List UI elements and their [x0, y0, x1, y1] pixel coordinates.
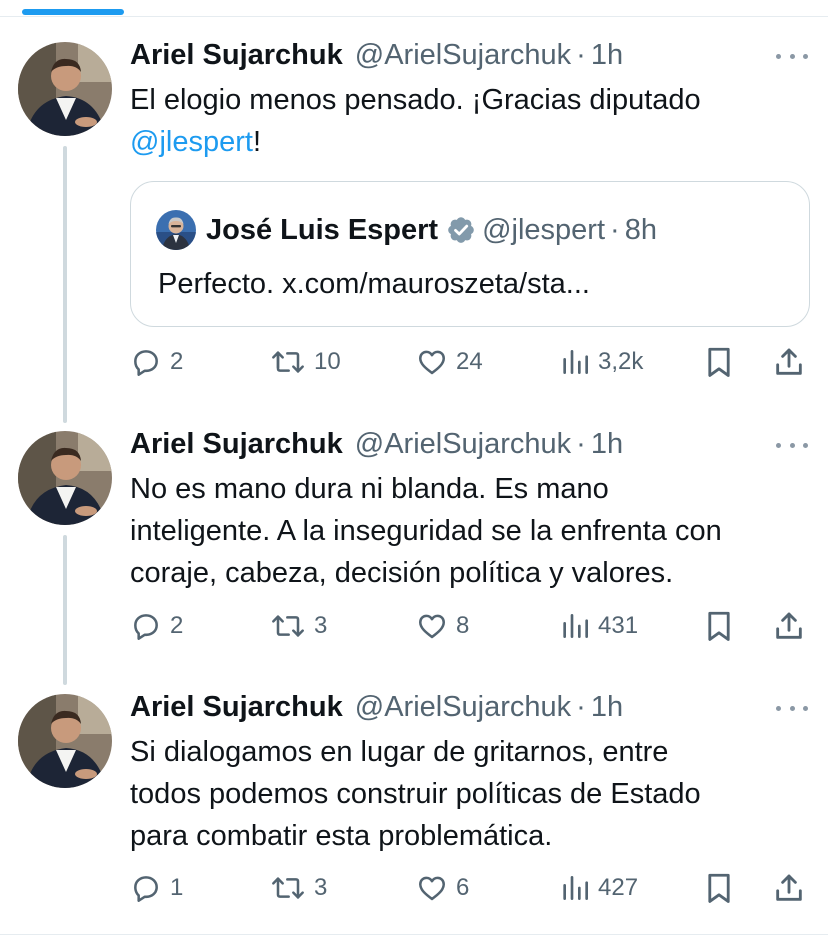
author-handle[interactable]: @ArielSujarchuk	[355, 691, 571, 724]
views-button[interactable]: 3,2k	[562, 342, 643, 382]
reply-button[interactable]: 2	[130, 342, 183, 382]
share-button[interactable]	[772, 868, 806, 908]
like-count: 8	[456, 612, 470, 639]
thread-connector-line	[63, 146, 67, 423]
avatar[interactable]	[18, 431, 112, 525]
retweet-icon	[270, 346, 306, 378]
reply-count: 2	[170, 612, 184, 639]
tweet-text: Si dialogamos en lugar de gritarnos, ent…	[130, 731, 820, 857]
separator: ·	[576, 38, 586, 71]
retweet-button[interactable]: 3	[270, 606, 327, 646]
quote-author-name[interactable]: José Luis Espert	[206, 214, 438, 247]
views-icon	[562, 610, 590, 642]
like-count: 6	[456, 874, 470, 901]
retweet-icon	[270, 872, 306, 904]
bookmark-button[interactable]	[704, 868, 734, 908]
tweet-actions: 1 3 6 427	[130, 868, 810, 908]
heart-icon	[416, 346, 448, 378]
avatar[interactable]	[18, 42, 112, 136]
tweet-text: El elogio menos pensado. ¡Gracias diputa…	[130, 79, 820, 163]
reply-count: 1	[170, 874, 184, 901]
verified-badge-icon	[446, 215, 476, 245]
views-icon	[562, 346, 590, 378]
author-name[interactable]: Ariel Sujarchuk	[130, 39, 343, 72]
retweet-count: 3	[314, 874, 328, 901]
like-button[interactable]: 6	[416, 868, 469, 908]
retweet-icon	[270, 610, 306, 642]
like-button[interactable]: 24	[416, 342, 483, 382]
separator: ·	[576, 690, 586, 723]
views-count: 427	[598, 874, 639, 901]
avatar[interactable]	[18, 694, 112, 788]
reply-icon	[130, 346, 162, 378]
quote-author-handle[interactable]: @jlespert	[482, 214, 605, 247]
reply-count: 2	[170, 348, 184, 375]
bookmark-icon	[704, 345, 734, 379]
views-count: 431	[598, 612, 639, 639]
bookmark-button[interactable]	[704, 606, 734, 646]
timestamp[interactable]: 1h	[591, 691, 623, 724]
mention-link[interactable]: @jlespert	[130, 126, 253, 158]
retweet-button[interactable]: 3	[270, 868, 327, 908]
tweet-text-line: coraje, cabeza, decisión política y valo…	[130, 557, 674, 589]
more-icon[interactable]	[776, 437, 808, 453]
share-icon	[772, 871, 806, 905]
more-icon[interactable]	[776, 700, 808, 716]
tweet-text-line: Si dialogamos en lugar de gritarnos, ent…	[130, 736, 669, 768]
reply-button[interactable]: 2	[130, 606, 183, 646]
reply-icon	[130, 610, 162, 642]
tweet-text: No es mano dura ni blanda. Es mano intel…	[130, 468, 820, 594]
like-count: 24	[456, 348, 483, 375]
active-tab-indicator	[22, 9, 124, 15]
share-button[interactable]	[772, 342, 806, 382]
heart-icon	[416, 610, 448, 642]
tweet-text-line: inteligente. A la inseguridad se la enfr…	[130, 515, 722, 547]
quote-avatar[interactable]	[156, 210, 196, 250]
quote-text: Perfecto. x.com/mauroszeta/sta...	[158, 268, 590, 300]
thread-connector-line	[63, 535, 67, 685]
retweet-count: 3	[314, 612, 328, 639]
bookmark-icon	[704, 871, 734, 905]
share-button[interactable]	[772, 606, 806, 646]
author-handle[interactable]: @ArielSujarchuk	[355, 39, 571, 72]
top-divider	[0, 16, 828, 17]
timestamp[interactable]: 1h	[591, 39, 623, 72]
timestamp[interactable]: 1h	[591, 428, 623, 461]
tweet-text-line: @jlespert!	[130, 121, 820, 163]
like-button[interactable]: 8	[416, 606, 469, 646]
quote-header: José Luis Espert @jlespert · 8h	[206, 212, 657, 248]
retweet-count: 10	[314, 348, 341, 375]
tweet-text-end: !	[252, 126, 261, 158]
reply-icon	[130, 872, 162, 904]
separator: ·	[610, 213, 620, 246]
heart-icon	[416, 872, 448, 904]
tweet-text-line: No es mano dura ni blanda. Es mano	[130, 473, 609, 505]
quoted-tweet[interactable]: José Luis Espert @jlespert · 8h Perfecto…	[130, 181, 810, 327]
tweet-text-line: para combatir esta problemática.	[130, 820, 553, 852]
share-icon	[772, 609, 806, 643]
share-icon	[772, 345, 806, 379]
tweet-header: Ariel Sujarchuk @ArielSujarchuk · 1h	[130, 38, 623, 72]
bookmark-button[interactable]	[704, 342, 734, 382]
tweet-header: Ariel Sujarchuk @ArielSujarchuk · 1h	[130, 427, 623, 461]
bookmark-icon	[704, 609, 734, 643]
views-button[interactable]: 427	[562, 868, 638, 908]
quote-timestamp[interactable]: 8h	[625, 214, 657, 247]
tweet-text-line: El elogio menos pensado. ¡Gracias diputa…	[130, 84, 701, 116]
tweet-actions: 2 3 8 431	[130, 606, 810, 646]
author-name[interactable]: Ariel Sujarchuk	[130, 428, 343, 461]
bottom-divider	[0, 934, 828, 935]
retweet-button[interactable]: 10	[270, 342, 341, 382]
separator: ·	[576, 427, 586, 460]
reply-button[interactable]: 1	[130, 868, 183, 908]
tweet-header: Ariel Sujarchuk @ArielSujarchuk · 1h	[130, 690, 623, 724]
more-icon[interactable]	[776, 48, 808, 64]
tweet-actions: 2 10 24 3,2k	[130, 342, 810, 382]
views-icon	[562, 872, 590, 904]
views-button[interactable]: 431	[562, 606, 638, 646]
author-name[interactable]: Ariel Sujarchuk	[130, 691, 343, 724]
author-handle[interactable]: @ArielSujarchuk	[355, 428, 571, 461]
views-count: 3,2k	[598, 348, 644, 375]
tweet-text-line: todos podemos construir políticas de Est…	[130, 778, 701, 810]
